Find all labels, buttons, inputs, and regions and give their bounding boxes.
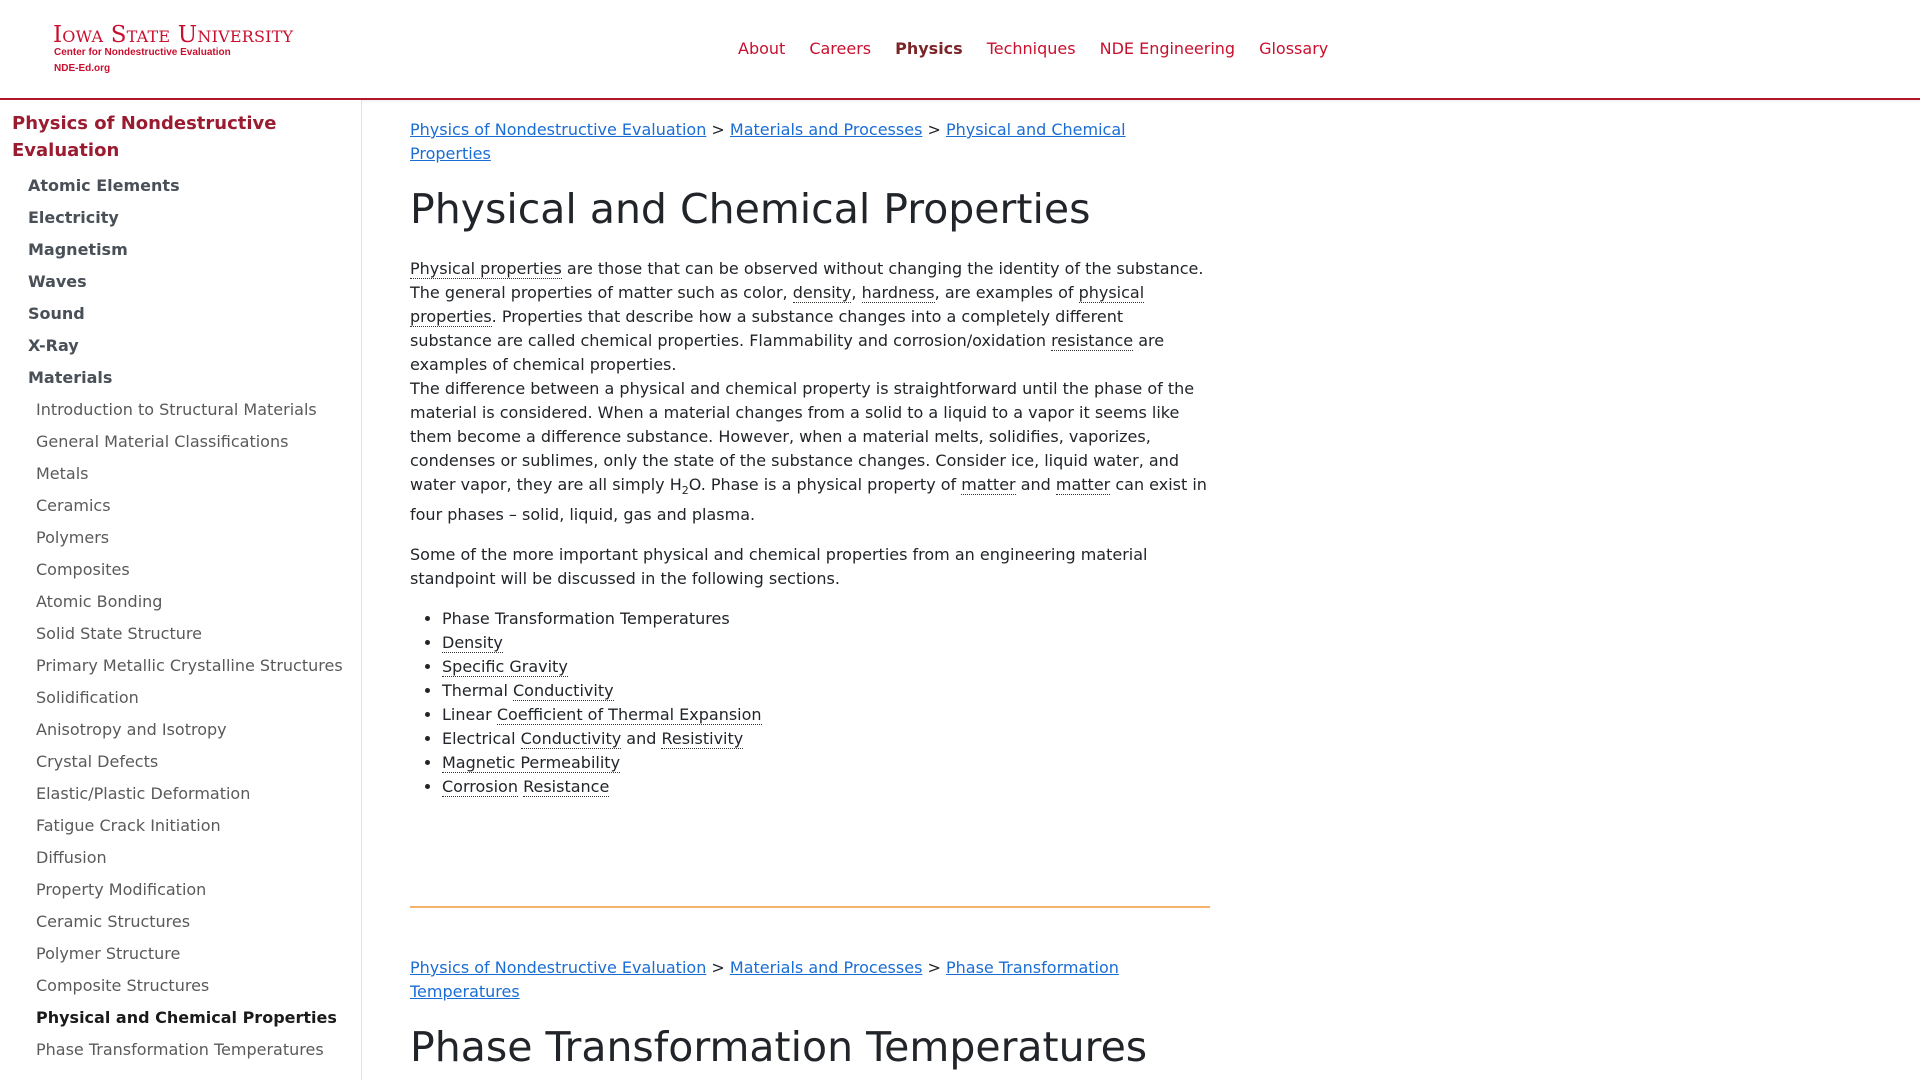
nav-about[interactable]: About [738, 38, 785, 60]
breadcrumb-separator: > [927, 958, 941, 977]
text-fragment: , [851, 283, 862, 302]
section-divider [410, 906, 1210, 908]
sidebar-item-ceramic-structures[interactable]: Ceramic Structures [0, 906, 361, 938]
breadcrumb-separator: > [711, 120, 725, 139]
nav-careers[interactable]: Careers [809, 38, 871, 60]
glossary-link-density[interactable]: density [792, 283, 852, 303]
list-item-text: and [621, 729, 662, 749]
list-item: Specific Gravity [442, 655, 1210, 679]
text-fragment: , are examples of [934, 283, 1079, 302]
properties-list: Phase Transformation Temperatures Densit… [410, 607, 1210, 799]
sidebar-item-waves[interactable]: Waves [0, 266, 361, 298]
glossary-link-thermal-expansion[interactable]: Coefficient of Thermal Expansion [496, 705, 762, 726]
glossary-link-resistivity[interactable]: Resistivity [661, 729, 744, 750]
sidebar-item-physical-and-chemical-properties[interactable]: Physical and Chemical Properties [0, 1002, 361, 1034]
paragraph-phase: The difference between a physical and ch… [410, 377, 1210, 527]
glossary-link-magnetic-permeability[interactable]: Magnetic Permeability [442, 753, 621, 774]
glossary-link-corrosion[interactable]: Corrosion [442, 777, 518, 798]
list-item-text: Phase Transformation Temperatures [442, 609, 730, 629]
sidebar-item-primary-metallic-crystalline-structures[interactable]: Primary Metallic Crystalline Structures [0, 650, 361, 682]
breadcrumb: Physics of Nondestructive Evaluation > M… [410, 956, 1180, 1004]
glossary-link-specific-gravity[interactable]: Specific Gravity [442, 657, 568, 678]
breadcrumb-physics-nde[interactable]: Physics of Nondestructive Evaluation [410, 120, 706, 139]
breadcrumb-physics-nde[interactable]: Physics of Nondestructive Evaluation [410, 958, 706, 977]
sidebar-item-electricity[interactable]: Electricity [0, 202, 361, 234]
university-logo[interactable]: Iowa State University Center for Nondest… [53, 22, 313, 82]
subscript-2: 2 [681, 484, 689, 498]
sidebar-item-sound[interactable]: Sound [0, 298, 361, 330]
sidebar-item-fatigue-crack-initiation[interactable]: Fatigue Crack Initiation [0, 810, 361, 842]
glossary-link-density-list[interactable]: Density [442, 633, 503, 654]
list-item-text: Linear [442, 705, 497, 725]
sidebar-item-ceramics[interactable]: Ceramics [0, 490, 361, 522]
breadcrumb-materials-processes[interactable]: Materials and Processes [730, 958, 922, 977]
sidebar-item-crystal-defects[interactable]: Crystal Defects [0, 746, 361, 778]
glossary-link-matter[interactable]: matter [961, 475, 1016, 495]
sidebar-item-x-ray[interactable]: X-Ray [0, 330, 361, 362]
sidebar-item-diffusion[interactable]: Diffusion [0, 842, 361, 874]
sidebar-item-atomic-bonding[interactable]: Atomic Bonding [0, 586, 361, 618]
glossary-link-matter-2[interactable]: matter [1055, 475, 1111, 495]
breadcrumb-separator: > [927, 120, 941, 139]
list-item: Corrosion Resistance [442, 775, 1210, 799]
list-item: Density [442, 631, 1210, 655]
sidebar-item-polymers[interactable]: Polymers [0, 522, 361, 554]
paragraph-intro-list: Some of the more important physical and … [410, 545, 1148, 589]
logo-subtitle: Center for Nondestructive Evaluation [54, 47, 231, 58]
sidebar-item-magnetism[interactable]: Magnetism [0, 234, 361, 266]
glossary-link-physical-properties[interactable]: Physical properties [410, 259, 562, 279]
glossary-link-conductivity-2[interactable]: Conductivity [520, 729, 622, 750]
sidebar-title[interactable]: Physics of Nondestructive Evaluation [12, 110, 342, 164]
sidebar-item-property-modification[interactable]: Property Modification [0, 874, 361, 906]
page-title: Physical and Chemical Properties [410, 185, 1091, 233]
list-item: Electrical Conductivity and Resistivity [442, 727, 1210, 751]
sidebar-item-polymer-structure[interactable]: Polymer Structure [0, 938, 361, 970]
sidebar-item-solidification[interactable]: Solidification [0, 682, 361, 714]
sidebar-item-phase-transformation-temperatures[interactable]: Phase Transformation Temperatures [0, 1034, 361, 1066]
breadcrumb: Physics of Nondestructive Evaluation > M… [410, 118, 1180, 166]
list-item-text: Electrical [442, 729, 521, 749]
section-title: Phase Transformation Temperatures [410, 1023, 1148, 1071]
nav-glossary[interactable]: Glossary [1259, 38, 1328, 60]
logo-site-name: NDE-Ed.org [54, 63, 111, 74]
sidebar-item-solid-state-structure[interactable]: Solid State Structure [0, 618, 361, 650]
glossary-link-conductivity[interactable]: Conductivity [512, 681, 614, 702]
sidebar-item-atomic-elements[interactable]: Atomic Elements [0, 170, 361, 202]
list-item-text: Thermal [442, 681, 513, 701]
list-item: Magnetic Permeability [442, 751, 1210, 775]
sidebar-item-composite-structures[interactable]: Composite Structures [0, 970, 361, 1002]
sidebar-item-materials[interactable]: Materials [0, 362, 361, 394]
site-header: Iowa State University Center for Nondest… [0, 0, 1920, 100]
sidebar-item-elastic-plastic-deformation[interactable]: Elastic/Plastic Deformation [0, 778, 361, 810]
glossary-link-resistance-2[interactable]: Resistance [523, 777, 610, 798]
list-item: Phase Transformation Temperatures [442, 607, 1210, 631]
sidebar-item-introduction-to-structural-materials[interactable]: Introduction to Structural Materials [0, 394, 361, 426]
main-content: Physics of Nondestructive Evaluation > M… [410, 100, 1210, 799]
logo-wordmark: Iowa State University [53, 22, 294, 48]
nav-nde-engineering[interactable]: NDE Engineering [1100, 38, 1235, 60]
sidebar-item-general-material-classifications[interactable]: General Material Classifications [0, 426, 361, 458]
sidebar-list: Atomic Elements Electricity Magnetism Waves… [0, 170, 361, 1066]
list-item: Thermal Conductivity [442, 679, 1210, 703]
nav-techniques[interactable]: Techniques [987, 38, 1076, 60]
breadcrumb-separator: > [711, 958, 725, 977]
text-fragment: O. Phase is a physical property of [688, 475, 962, 494]
glossary-link-hardness[interactable]: hardness [861, 283, 935, 303]
text-fragment: . Properties that describe how a substan… [410, 307, 1124, 350]
sidebar: Physics of Nondestructive Evaluation Ato… [0, 100, 362, 1080]
sidebar-item-anisotropy-and-isotropy[interactable]: Anisotropy and Isotropy [0, 714, 361, 746]
sidebar-item-composites[interactable]: Composites [0, 554, 361, 586]
list-item: Linear Coefficient of Thermal Expansion [442, 703, 1210, 727]
next-section: Physics of Nondestructive Evaluation > M… [410, 956, 1210, 1072]
nav-physics[interactable]: Physics [895, 38, 963, 60]
glossary-link-resistance[interactable]: resistance [1051, 331, 1134, 351]
sidebar-item-metals[interactable]: Metals [0, 458, 361, 490]
paragraph-physical-properties: Physical properties are those that can b… [410, 257, 1210, 377]
text-fragment: and [1015, 475, 1056, 494]
breadcrumb-materials-processes[interactable]: Materials and Processes [730, 120, 922, 139]
top-navigation: About Careers Physics Techniques NDE Eng… [738, 38, 1352, 60]
